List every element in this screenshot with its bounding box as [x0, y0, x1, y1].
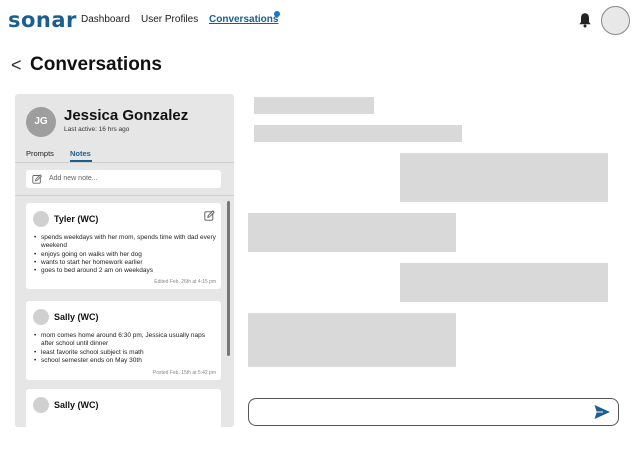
note-content: spends weekdays with her mom, spends tim…: [34, 234, 216, 276]
add-note-placeholder: Add new note...: [49, 175, 98, 182]
edit-note-icon: [32, 174, 42, 184]
notes-scrollbar[interactable]: [227, 201, 230, 356]
bell-icon[interactable]: [578, 12, 592, 28]
message-bubble-received: [248, 213, 456, 252]
sonar-logo[interactable]: sonar: [8, 8, 77, 32]
note-card: Sally (WC): [26, 389, 221, 427]
page-title: Conversations: [30, 54, 162, 75]
note-author: Tyler (WC): [54, 214, 99, 224]
divider: [15, 162, 234, 163]
avatar[interactable]: [601, 6, 630, 35]
note-author: Sally (WC): [54, 312, 99, 322]
user-name: Jessica Gonzalez: [64, 107, 189, 124]
message-bubble-sent: [400, 263, 608, 302]
note-card: Sally (WC) mom comes home around 6:30 pm…: [26, 301, 221, 380]
note-content: mom comes home around 6:30 pm, Jessica u…: [34, 332, 216, 365]
note-line: school semester ends on May 30th: [34, 357, 216, 366]
note-line: wants to start her homework earlier: [34, 259, 216, 268]
note-line: least favorite school subject is math: [34, 349, 216, 358]
note-line: enjoys going on walks with her dog: [34, 251, 216, 260]
message-input[interactable]: [248, 398, 619, 426]
message-placeholder: [254, 125, 462, 142]
tab-notes[interactable]: Notes: [70, 149, 91, 158]
note-author: Sally (WC): [54, 400, 99, 410]
author-avatar: [33, 309, 49, 325]
message-placeholder: [254, 97, 374, 114]
top-nav: sonar Dashboard User Profiles Conversati…: [0, 0, 641, 42]
back-chevron-icon[interactable]: <: [11, 55, 22, 76]
message-bubble-received: [248, 313, 456, 367]
note-line: mom comes home around 6:30 pm, Jessica u…: [34, 332, 216, 349]
notification-dot: [274, 11, 280, 17]
nav-link-user-profiles[interactable]: User Profiles: [141, 14, 198, 25]
edit-icon[interactable]: [204, 210, 215, 221]
note-timestamp: Edited Feb. 26th at 4:15 pm: [154, 279, 216, 285]
author-avatar: [33, 211, 49, 227]
tab-prompts[interactable]: Prompts: [26, 149, 54, 158]
note-card: Tyler (WC) spends weekdays with her mom,…: [26, 203, 221, 289]
note-line: goes to bed around 2 am on weekdays: [34, 267, 216, 276]
last-active-text: Last active: 16 hrs ago: [64, 126, 130, 133]
add-note-input[interactable]: Add new note...: [26, 170, 221, 188]
profile-notes-panel: JG Jessica Gonzalez Last active: 16 hrs …: [15, 94, 234, 427]
nav-link-conversations[interactable]: Conversations: [209, 14, 278, 25]
note-line: spends weekdays with her mom, spends tim…: [34, 234, 216, 251]
notes-list: Tyler (WC) spends weekdays with her mom,…: [15, 196, 234, 427]
message-bubble-sent: [400, 153, 608, 202]
send-icon[interactable]: [593, 403, 611, 421]
user-avatar: JG: [26, 107, 56, 137]
nav-link-dashboard[interactable]: Dashboard: [81, 14, 130, 25]
author-avatar: [33, 397, 49, 413]
note-timestamp: Posted Feb. 15th at 5:42 pm: [152, 370, 216, 376]
